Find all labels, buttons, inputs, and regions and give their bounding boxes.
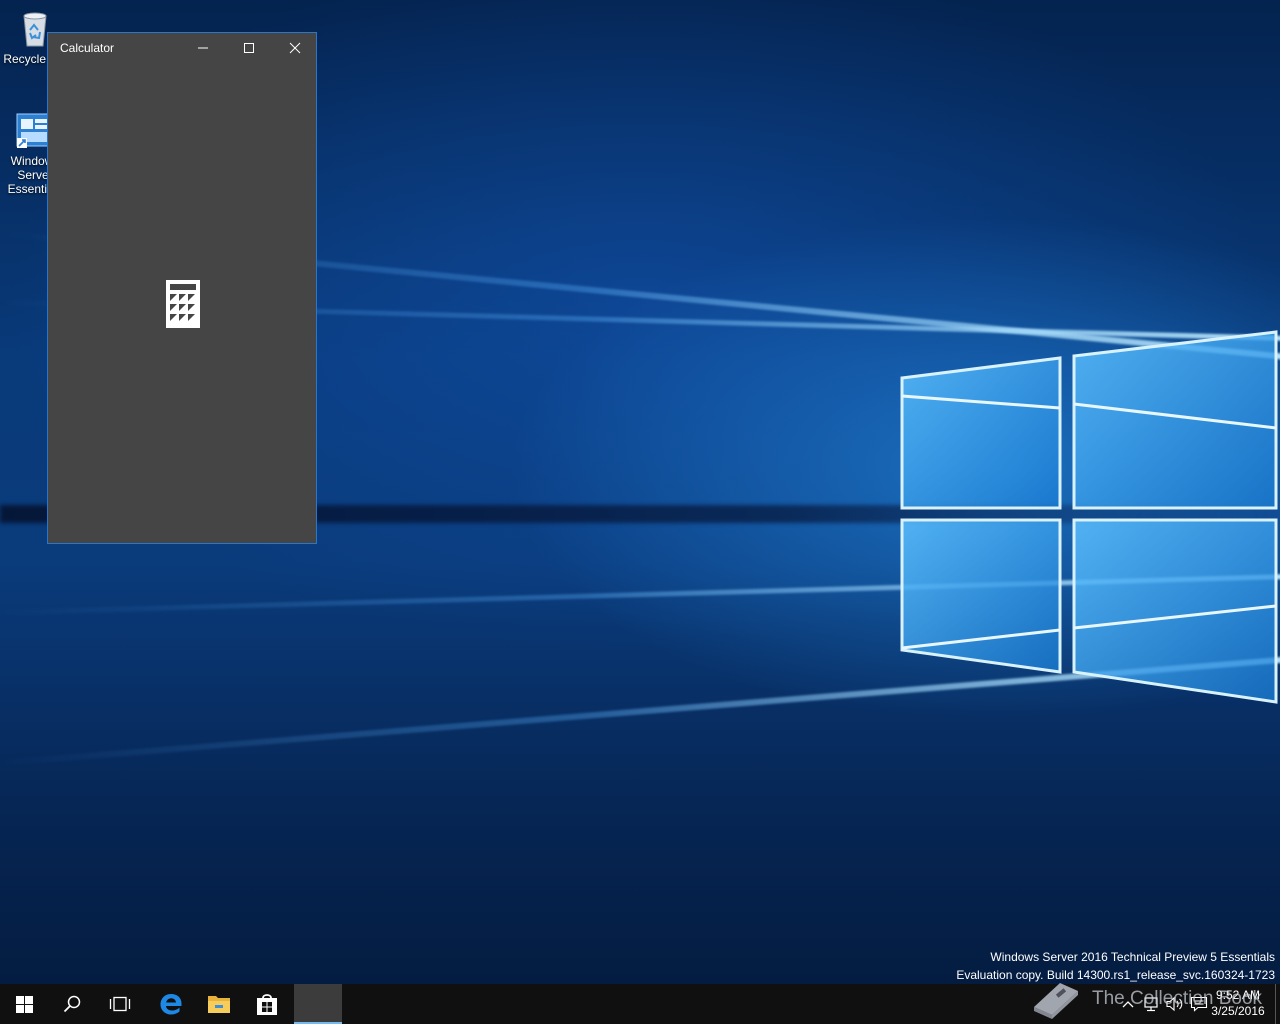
network-icon <box>1144 997 1158 1012</box>
calculator-icon <box>166 280 200 328</box>
close-icon <box>289 42 301 54</box>
folder-icon <box>208 996 230 1013</box>
task-view-button[interactable] <box>96 984 144 1024</box>
volume-button[interactable] <box>1164 984 1186 1024</box>
windows-logo-wallpaper <box>900 330 1278 704</box>
search-icon <box>63 995 81 1013</box>
build-watermark: Windows Server 2016 Technical Preview 5 … <box>956 948 1275 984</box>
maximize-icon <box>244 43 254 53</box>
minimize-icon <box>198 47 208 49</box>
window-title: Calculator <box>60 41 115 55</box>
windows-start-icon <box>15 995 33 1013</box>
edge-icon <box>160 994 182 1015</box>
start-button[interactable] <box>0 984 48 1024</box>
show-hidden-icons-button[interactable] <box>1118 984 1138 1024</box>
task-view-icon <box>109 996 131 1012</box>
search-button[interactable] <box>48 984 96 1024</box>
close-button[interactable] <box>272 33 318 63</box>
network-button[interactable] <box>1140 984 1162 1024</box>
show-desktop-button[interactable] <box>1275 984 1280 1024</box>
calculator-titlebar[interactable]: Calculator <box>48 33 316 63</box>
edge-button[interactable] <box>147 984 195 1024</box>
clock-time: 9:52 AM <box>1215 988 1261 1002</box>
clock-date: 3/25/2016 <box>1211 1004 1265 1018</box>
chevron-up-icon <box>1122 1001 1134 1008</box>
store-button[interactable] <box>243 984 291 1024</box>
watermark-line-2: Evaluation copy. Build 14300.rs1_release… <box>956 968 1275 982</box>
maximize-button[interactable] <box>226 33 272 63</box>
volume-icon <box>1166 996 1183 1012</box>
desktop: Recycle Bin Windows Server Essentials Ca… <box>0 0 1280 1024</box>
taskbar-clock[interactable]: 9:52 AM 3/25/2016 <box>1206 987 1270 1019</box>
taskbar: 9:52 AM 3/25/2016 <box>0 984 1280 1024</box>
store-icon <box>257 994 277 1015</box>
calculator-taskbar-button[interactable] <box>294 984 342 1024</box>
minimize-button[interactable] <box>180 33 226 63</box>
light-beam <box>0 573 1280 615</box>
light-beam <box>0 655 1280 766</box>
file-explorer-button[interactable] <box>195 984 243 1024</box>
watermark-line-1: Windows Server 2016 Technical Preview 5 … <box>990 950 1275 964</box>
calculator-window[interactable]: Calculator <box>47 32 317 544</box>
